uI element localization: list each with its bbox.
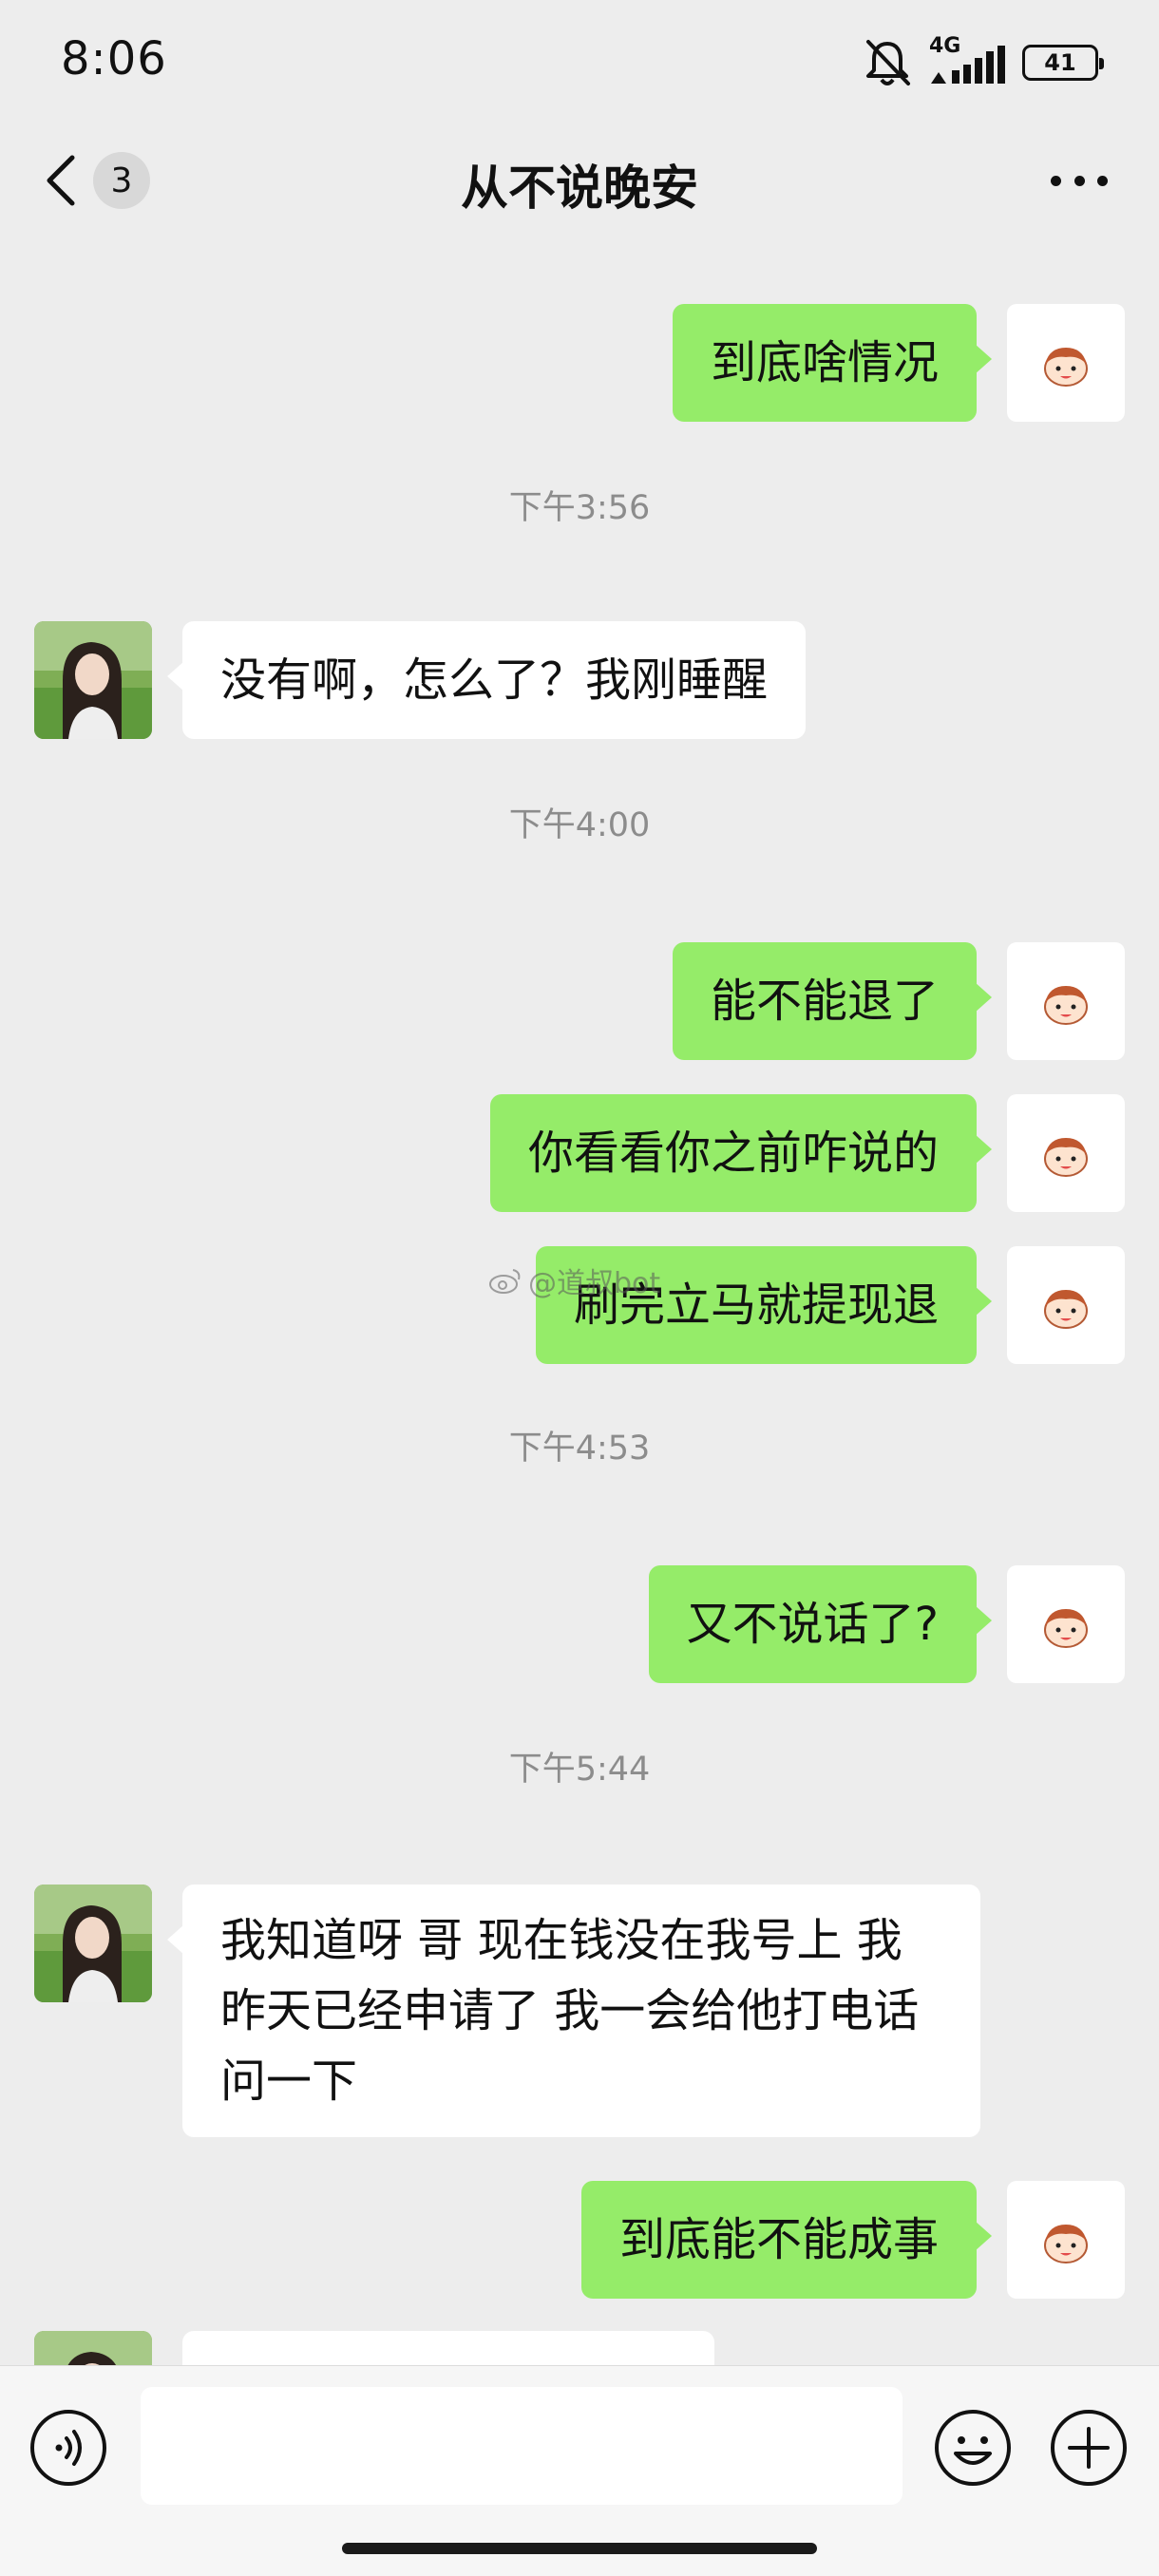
plus-icon[interactable] — [1049, 2408, 1129, 2488]
contact-photo — [34, 1885, 152, 2002]
chat-header: 3 从不说晚安 — [0, 133, 1159, 228]
status-icons: 4G 41 — [863, 34, 1104, 91]
my-avatar[interactable] — [1007, 304, 1125, 422]
contact-avatar[interactable] — [34, 1885, 152, 2002]
message-timestamp: 下午3:56 — [508, 489, 651, 527]
message-timestamp: 下午4:53 — [508, 1430, 651, 1468]
my-avatar[interactable] — [1007, 2181, 1125, 2299]
more-icon[interactable] — [1051, 154, 1108, 207]
my-message-bubble[interactable]: 又不说话了? — [648, 1565, 993, 1683]
chat-screen: 8:06 4G 41 3 从不说晚安 到底啥情况 下午3:56 没有啊，怎么了？… — [0, 0, 1159, 2576]
contact-photo — [34, 2331, 152, 2365]
cartoon-face-avatar-icon — [1044, 348, 1088, 387]
contact-photo — [34, 621, 152, 739]
emoji-icon[interactable] — [933, 2408, 1013, 2488]
contact-message-bubble[interactable]: 我知道呀 哥 现在钱没在我号上 我昨天已经申请了 我一会给他打电话问一下 — [167, 1885, 980, 2137]
cartoon-face-avatar-icon — [1044, 986, 1088, 1025]
status-time: 8:06 — [61, 32, 167, 85]
cartoon-face-avatar-icon — [1044, 1138, 1088, 1177]
signal-icon — [931, 46, 1005, 84]
message-list[interactable]: 到底啥情况 下午3:56 没有啊，怎么了？我刚睡醒 下午4:00 能不能退了 你… — [0, 228, 1159, 2365]
network-indicator: 4G — [929, 34, 1005, 89]
contact-message-bubble[interactable] — [182, 2331, 714, 2365]
my-message-bubble[interactable]: 你看看你之前咋说的 — [489, 1094, 993, 1212]
my-message-bubble[interactable]: 到底能不能成事 — [580, 2181, 993, 2299]
message-timestamp: 下午5:44 — [508, 1751, 651, 1789]
bell-muted-icon — [866, 40, 910, 85]
cartoon-face-avatar-icon — [1044, 2225, 1088, 2263]
input-bar — [0, 2365, 1159, 2576]
my-message-bubble[interactable]: 能不能退了 — [672, 942, 993, 1060]
contact-message-bubble[interactable]: 没有啊，怎么了？我刚睡醒 — [166, 621, 807, 739]
my-avatar[interactable] — [1007, 1565, 1125, 1683]
my-message-bubble[interactable]: 到底啥情况 — [672, 304, 993, 422]
contact-avatar[interactable] — [34, 2331, 152, 2365]
status-bar: 8:06 4G 41 — [0, 0, 1159, 123]
home-indicator[interactable] — [342, 2543, 817, 2554]
voice-icon[interactable] — [28, 2408, 108, 2488]
message-timestamp: 下午4:00 — [508, 806, 651, 844]
my-message-bubble[interactable]: 刷完立马就提现退 — [535, 1246, 993, 1364]
contact-avatar[interactable] — [34, 621, 152, 739]
my-avatar[interactable] — [1007, 942, 1125, 1060]
message-input[interactable] — [141, 2387, 902, 2505]
battery-icon: 41 — [1022, 45, 1104, 81]
my-avatar[interactable] — [1007, 1094, 1125, 1212]
chat-title: 从不说晚安 — [461, 161, 698, 216]
battery-level: 41 — [1044, 49, 1076, 76]
cartoon-face-avatar-icon — [1044, 1609, 1088, 1648]
cartoon-face-avatar-icon — [1044, 1290, 1088, 1329]
my-avatar[interactable] — [1007, 1246, 1125, 1364]
